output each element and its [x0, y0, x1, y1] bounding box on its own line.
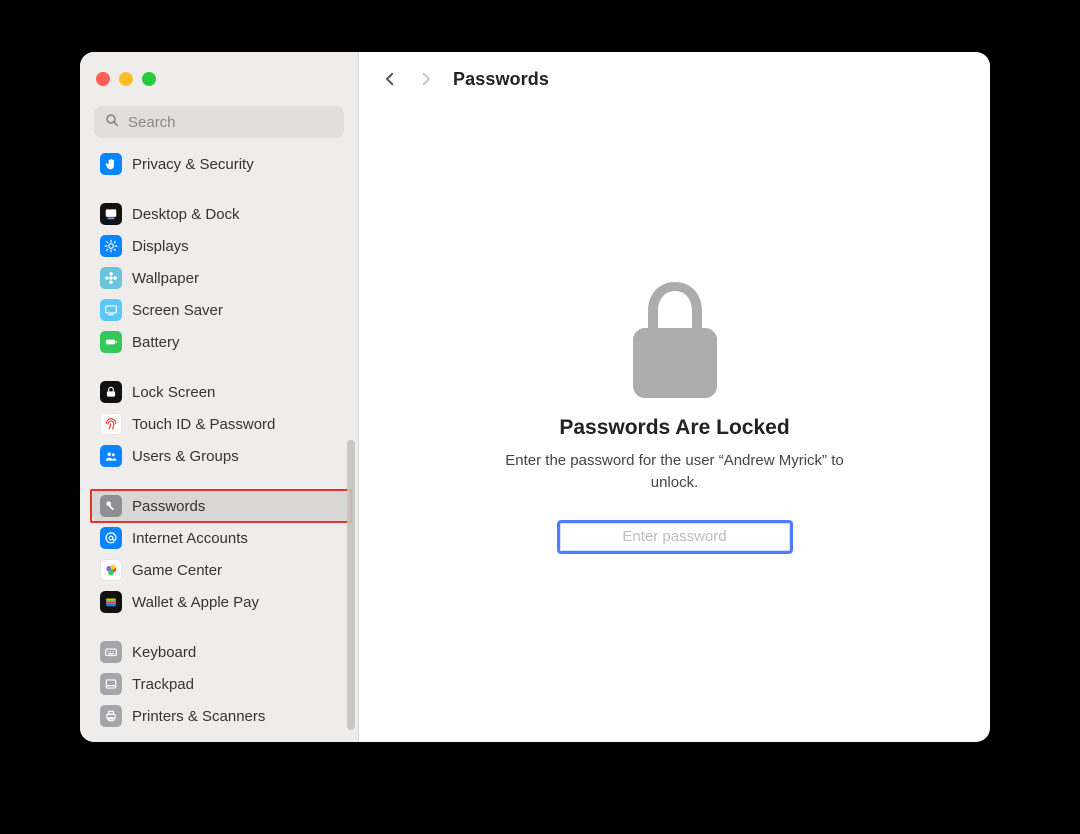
- sidebar-item-users-groups[interactable]: Users & Groups: [92, 440, 350, 472]
- main-panel: Passwords Passwords Are Locked Enter the…: [359, 52, 990, 742]
- sidebar-item-label: Trackpad: [132, 676, 194, 693]
- sidebar-item-label: Wallpaper: [132, 270, 199, 287]
- keyboard-icon: [100, 641, 122, 663]
- password-input[interactable]: [560, 522, 790, 552]
- sidebar-item-battery[interactable]: Battery: [92, 326, 350, 358]
- privacy-security-icon: [100, 153, 122, 175]
- displays-icon: [100, 235, 122, 257]
- search-field[interactable]: [94, 106, 344, 138]
- back-button[interactable]: [381, 70, 399, 88]
- screen-saver-icon: [100, 299, 122, 321]
- sidebar: Privacy & Security Desktop & Dock Displays…: [80, 52, 359, 742]
- passwords-icon: [100, 495, 122, 517]
- sidebar-item-label: Passwords: [132, 498, 205, 515]
- sidebar-item-label: Displays: [132, 238, 189, 255]
- internet-accounts-icon: [100, 527, 122, 549]
- sidebar-item-printers-scanners[interactable]: Printers & Scanners: [92, 700, 350, 732]
- sidebar-item-desktop-dock[interactable]: Desktop & Dock: [92, 198, 350, 230]
- sidebar-item-trackpad[interactable]: Trackpad: [92, 668, 350, 700]
- locked-panel: Passwords Are Locked Enter the password …: [359, 106, 990, 742]
- locked-heading: Passwords Are Locked: [559, 416, 789, 440]
- sidebar-scrollbar[interactable]: [347, 440, 355, 730]
- sidebar-item-keyboard[interactable]: Keyboard: [92, 636, 350, 668]
- sidebar-item-label: Internet Accounts: [132, 530, 248, 547]
- sidebar-item-label: Lock Screen: [132, 384, 215, 401]
- sidebar-item-label: Printers & Scanners: [132, 708, 265, 725]
- touchid-password-icon: [100, 413, 122, 435]
- printers-scanners-icon: [100, 705, 122, 727]
- sidebar-item-internet-accounts[interactable]: Internet Accounts: [92, 522, 350, 554]
- sidebar-scroll[interactable]: Privacy & Security Desktop & Dock Displays…: [80, 150, 358, 742]
- sidebar-item-privacy-security[interactable]: Privacy & Security: [92, 150, 350, 180]
- desktop-dock-icon: [100, 203, 122, 225]
- sidebar-item-lock-screen[interactable]: Lock Screen: [92, 376, 350, 408]
- sidebar-item-label: Privacy & Security: [132, 156, 254, 173]
- password-field[interactable]: [557, 520, 793, 554]
- sidebar-item-label: Battery: [132, 334, 180, 351]
- locked-subtext: Enter the password for the user “Andrew …: [495, 450, 855, 494]
- sidebar-item-label: Users & Groups: [132, 448, 239, 465]
- users-groups-icon: [100, 445, 122, 467]
- wallpaper-icon: [100, 267, 122, 289]
- sidebar-item-label: Touch ID & Password: [132, 416, 275, 433]
- sidebar-item-displays[interactable]: Displays: [92, 230, 350, 262]
- window-close-button[interactable]: [96, 72, 110, 86]
- trackpad-icon: [100, 673, 122, 695]
- sidebar-item-label: Screen Saver: [132, 302, 223, 319]
- page-title: Passwords: [453, 69, 549, 90]
- sidebar-item-label: Desktop & Dock: [132, 206, 240, 223]
- sidebar-item-label: Wallet & Apple Pay: [132, 594, 259, 611]
- forward-button[interactable]: [417, 70, 435, 88]
- window-minimize-button[interactable]: [119, 72, 133, 86]
- sidebar-item-wallpaper[interactable]: Wallpaper: [92, 262, 350, 294]
- sidebar-item-label: Keyboard: [132, 644, 196, 661]
- lock-icon: [625, 282, 725, 402]
- sidebar-item-label: Game Center: [132, 562, 222, 579]
- sidebar-item-passwords[interactable]: Passwords: [92, 490, 350, 522]
- battery-icon: [100, 331, 122, 353]
- sidebar-item-game-center[interactable]: Game Center: [92, 554, 350, 586]
- search-icon: [104, 112, 120, 133]
- search-input[interactable]: [126, 113, 334, 132]
- window-zoom-button[interactable]: [142, 72, 156, 86]
- lock-screen-icon: [100, 381, 122, 403]
- sidebar-item-screen-saver[interactable]: Screen Saver: [92, 294, 350, 326]
- sidebar-item-touchid-password[interactable]: Touch ID & Password: [92, 408, 350, 440]
- window-controls: [80, 52, 358, 106]
- settings-window: Privacy & Security Desktop & Dock Displays…: [80, 52, 990, 742]
- sidebar-item-wallet-applepay[interactable]: Wallet & Apple Pay: [92, 586, 350, 618]
- game-center-icon: [100, 559, 122, 581]
- toolbar: Passwords: [359, 52, 990, 106]
- wallet-applepay-icon: [100, 591, 122, 613]
